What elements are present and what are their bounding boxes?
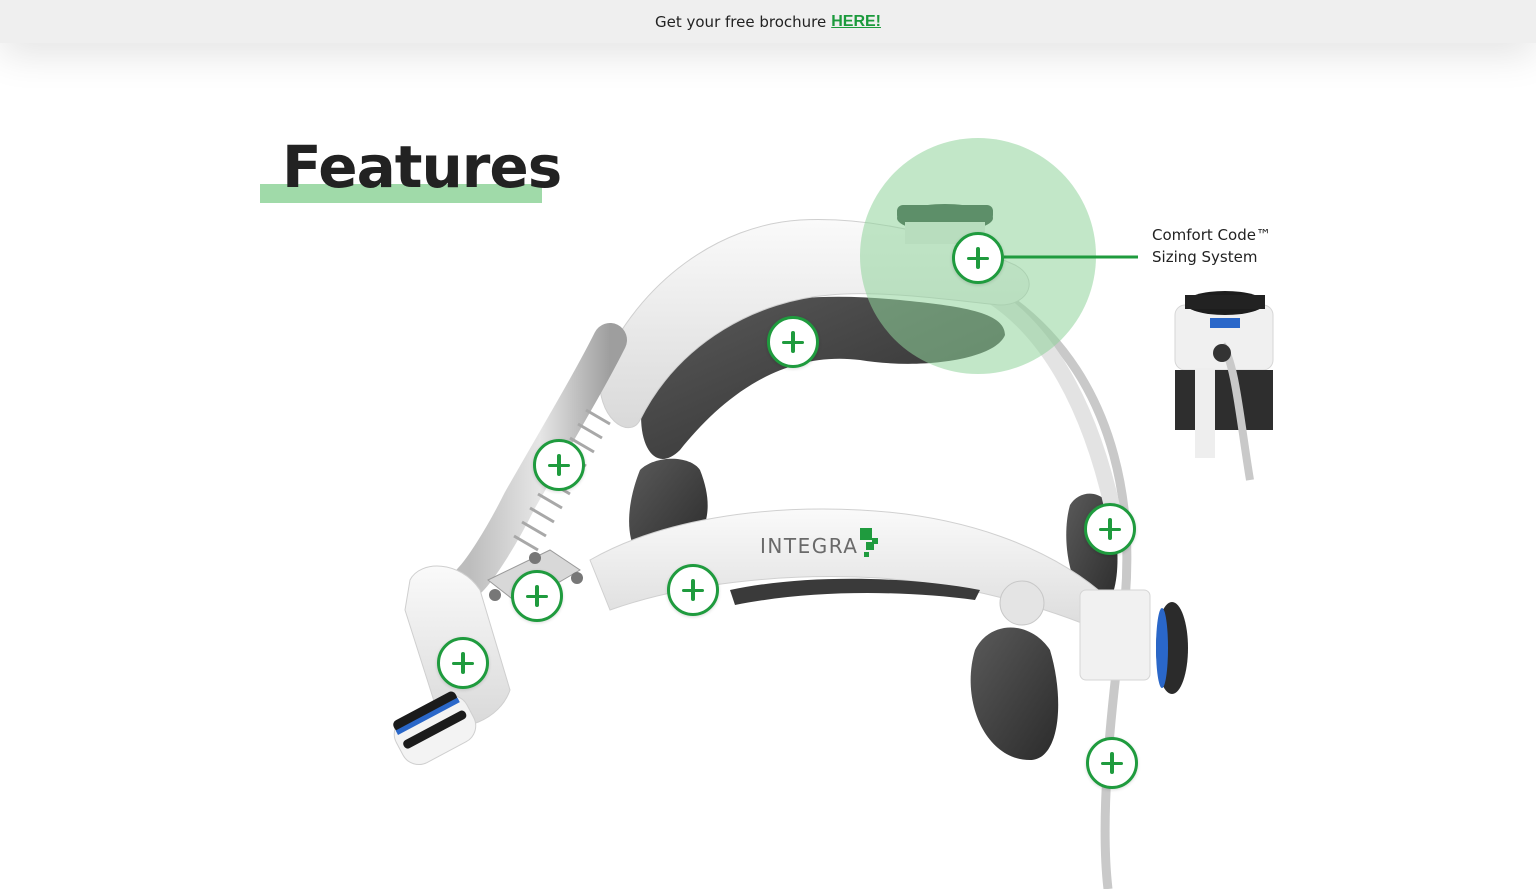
callout-line1: Comfort Code™ — [1152, 226, 1271, 244]
product-illustration: INTEGRA Comfort Code™ Sizing System — [0, 0, 1536, 889]
callout-label: Comfort Code™ Sizing System — [1152, 224, 1271, 268]
rear-housing — [1079, 589, 1151, 681]
headband — [589, 508, 1121, 641]
hotspot-hose[interactable] — [533, 439, 585, 491]
sizing-detail-image — [1174, 291, 1274, 481]
headlight-illustration: INTEGRA — [393, 138, 1274, 889]
adjuster-knob — [999, 580, 1045, 626]
hotspot-cable[interactable] — [1086, 737, 1138, 789]
rear-pad-lower — [970, 627, 1059, 760]
promo-text: Get your free brochure — [655, 12, 827, 31]
brochure-link[interactable]: HERE! — [831, 13, 881, 31]
hotspot-rear-pad[interactable] — [1084, 503, 1136, 555]
hotspot-light-head[interactable] — [437, 637, 489, 689]
hotspot-mount[interactable] — [511, 570, 563, 622]
callout-line2: Sizing System — [1152, 248, 1258, 266]
hotspot-headband[interactable] — [667, 564, 719, 616]
rear-dial-ring — [1156, 608, 1168, 688]
hotspot-top-pad[interactable] — [767, 316, 819, 368]
hotspot-comfort-code[interactable] — [952, 232, 1004, 284]
promo-banner: Get your free brochure HERE! — [0, 0, 1536, 43]
brand-mark: INTEGRA — [760, 534, 858, 558]
